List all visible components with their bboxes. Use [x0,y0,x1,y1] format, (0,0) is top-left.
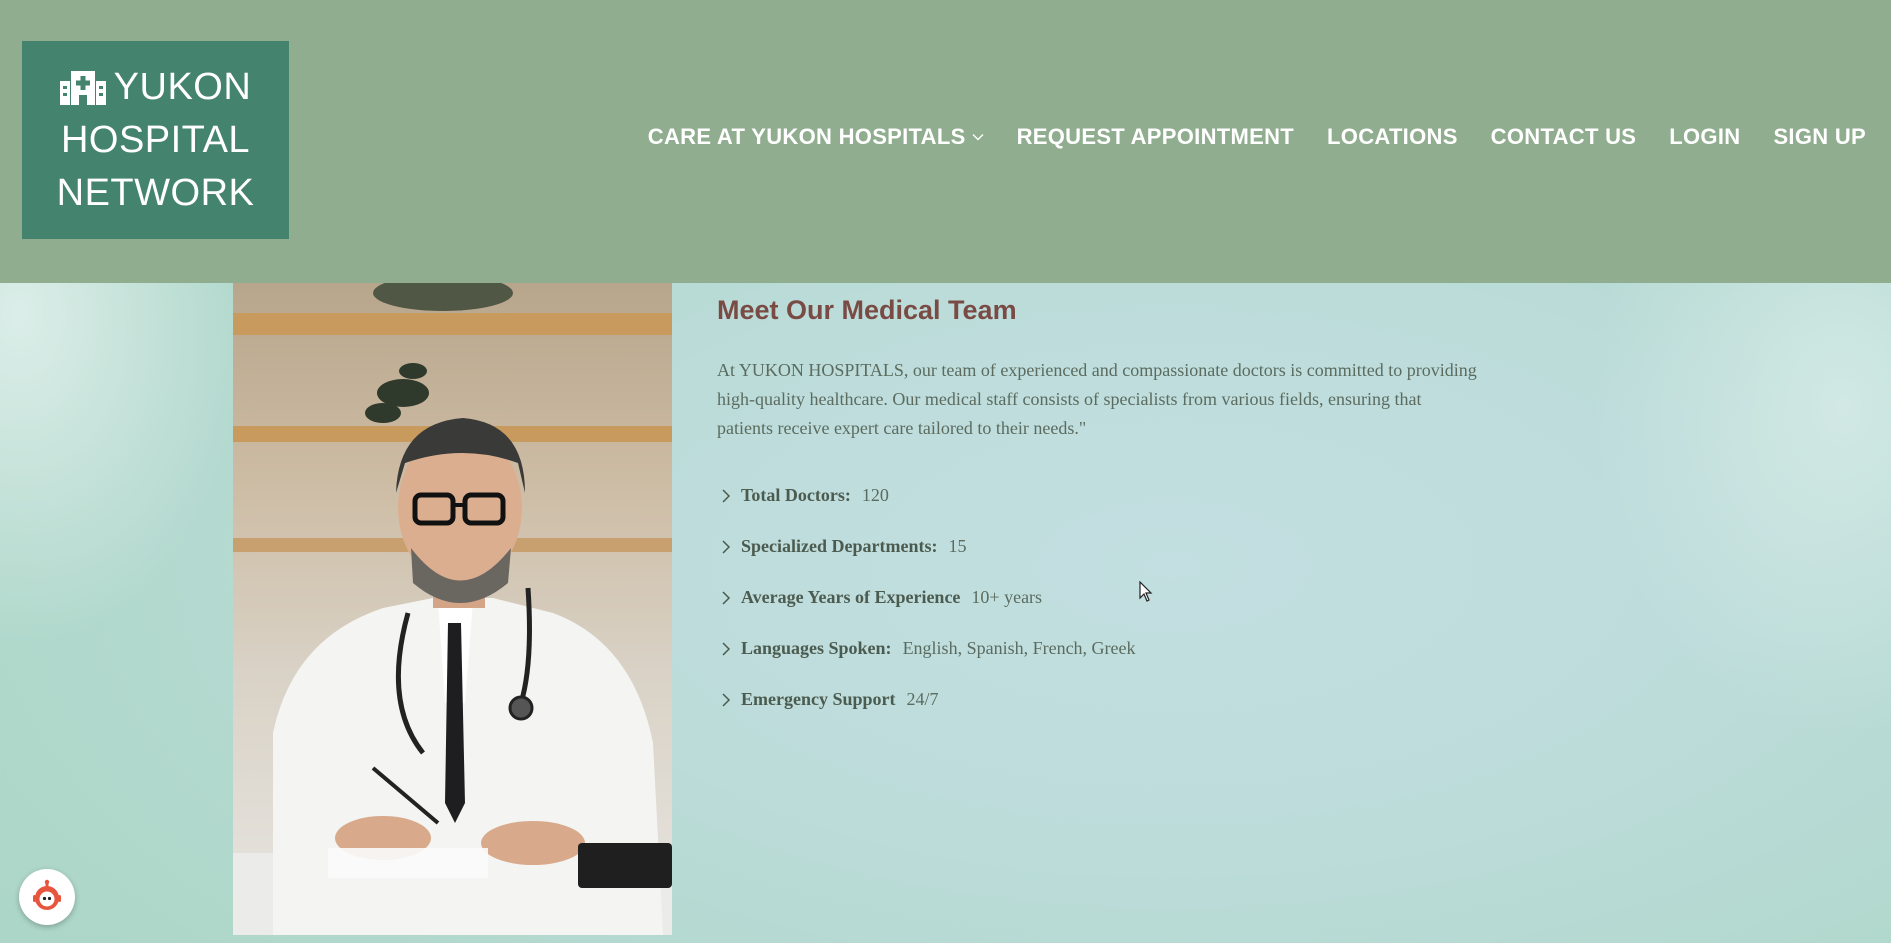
mouse-cursor-icon [1139,581,1153,602]
logo-text-yukon: YUKON [113,65,252,108]
stat-value: 15 [948,536,967,556]
chevron-right-icon [722,641,731,656]
chevron-right-icon [722,488,731,503]
hospital-icon [59,71,106,105]
stat-value: 10+ years [971,587,1043,607]
logo-text-hospital: HOSPITAL [60,118,251,161]
site-header: YUKON HOSPITAL NETWORK CARE AT YUKON HOS… [0,0,1891,283]
site-logo[interactable]: YUKON HOSPITAL NETWORK [22,41,289,239]
nav-care-dropdown[interactable]: CARE AT YUKON HOSPITALS [648,124,984,150]
stat-value: 24/7 [906,689,939,709]
chevron-right-icon [722,539,731,554]
logo-line-1: YUKON [59,61,252,114]
chatbot-icon [33,879,61,910]
medical-team-section: Meet Our Medical Team At YUKON HOSPITALS… [717,283,1477,725]
stat-value: English, Spanish, French, Greek [902,638,1136,658]
list-item: Languages Spoken: English, Spanish, Fren… [717,623,1477,674]
stat-label: Average Years of Experience [741,587,961,607]
nav-login[interactable]: LOGIN [1669,124,1740,150]
doctor-illustration [233,283,672,935]
stats-list: Total Doctors: 120 Specialized Departmen… [717,470,1477,725]
nav-contact-us[interactable]: CONTACT US [1491,124,1637,150]
background-glow [1591,260,1891,740]
main-nav: CARE AT YUKON HOSPITALS REQUEST APPOINTM… [648,124,1866,150]
list-item: Emergency Support 24/7 [717,674,1477,725]
stat-label: Total Doctors: [741,485,851,505]
stat-value: 120 [861,485,889,505]
nav-care-label: CARE AT YUKON HOSPITALS [647,124,966,149]
stat-label: Specialized Departments: [741,536,938,556]
chevron-right-icon [722,590,731,605]
chevron-right-icon [722,692,731,707]
background-glow [0,230,250,650]
nav-request-appointment[interactable]: REQUEST APPOINTMENT [1017,124,1294,150]
nav-sign-up[interactable]: SIGN UP [1773,124,1866,150]
section-title: Meet Our Medical Team [717,295,1017,325]
list-item: Total Doctors: 120 [717,470,1477,521]
section-intro: At YUKON HOSPITALS, our team of experien… [717,360,1477,438]
doctor-photo [233,283,672,935]
logo-text-network: NETWORK [56,171,255,214]
list-item: Average Years of Experience 10+ years [717,572,1477,623]
nav-locations[interactable]: LOCATIONS [1327,124,1458,150]
stat-label: Languages Spoken: [741,638,892,658]
list-item: Specialized Departments: 15 [717,521,1477,572]
stat-label: Emergency Support [741,689,896,709]
chatbot-button[interactable] [19,869,75,925]
chevron-down-icon [972,134,984,141]
